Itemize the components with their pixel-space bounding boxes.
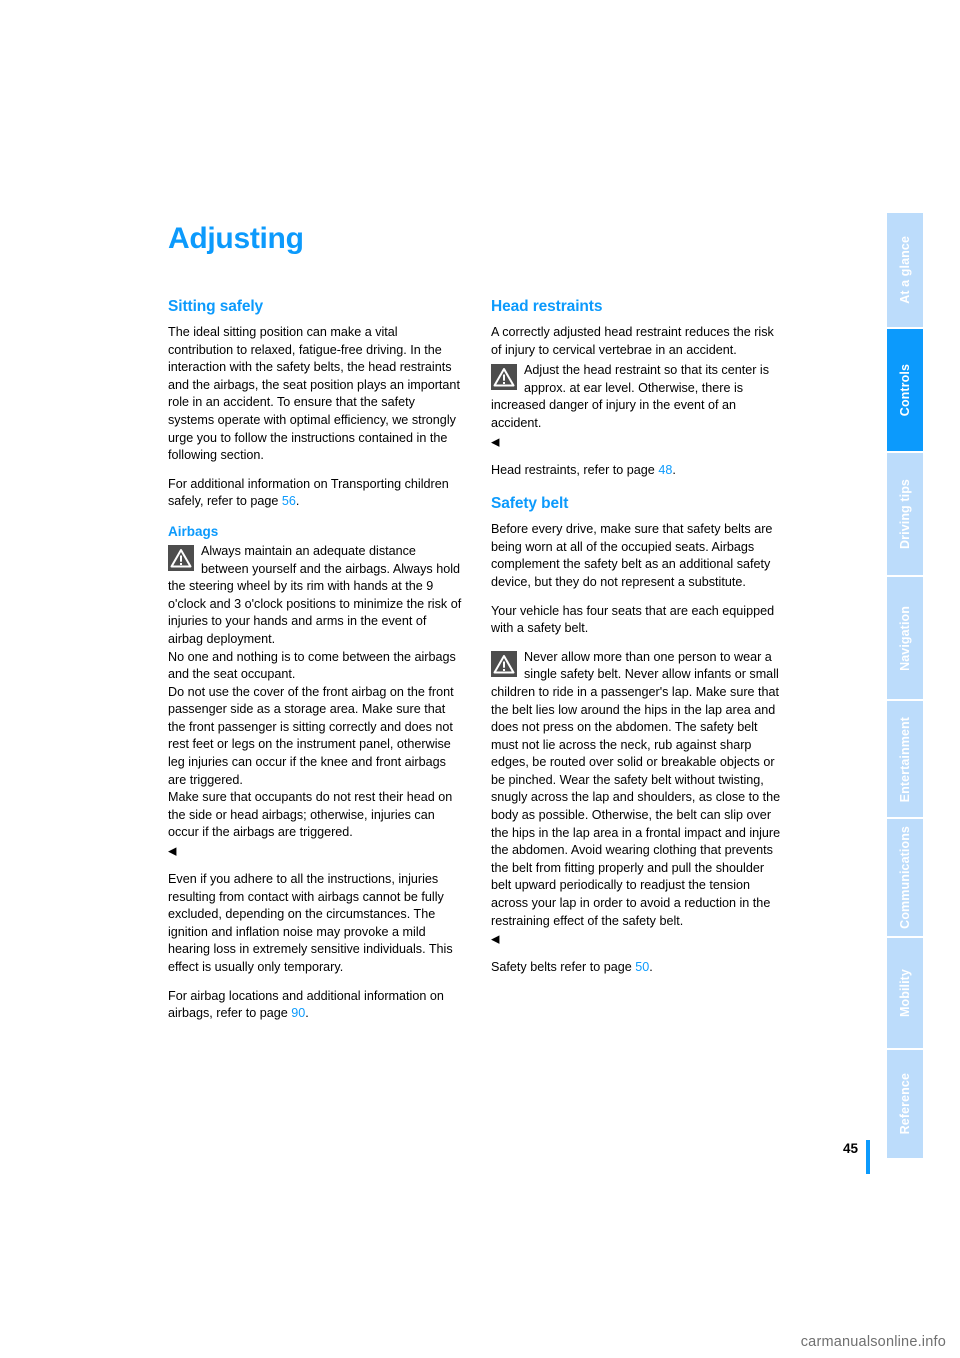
warning-block-safety-belt: Never allow more than one person to wear… — [491, 649, 787, 949]
airbag-ref-text-after: . — [305, 1006, 309, 1021]
warning-triangle-icon — [491, 364, 517, 391]
paragraph-airbag-reference: For airbag locations and additional info… — [168, 988, 464, 1023]
page-content: Adjusting Sitting safely The ideal sitti… — [168, 222, 808, 1034]
sidebar-tab-mobility[interactable]: Mobility — [887, 937, 923, 1048]
sidebar-tab-communications[interactable]: Communications — [887, 819, 923, 936]
paragraph-safety-belt-reference: Safety belts refer to page 50. — [491, 959, 787, 977]
page-link-50[interactable]: 50 — [635, 960, 649, 974]
page-link-48[interactable]: 48 — [658, 463, 672, 477]
page-link-56[interactable]: 56 — [282, 494, 296, 508]
paragraph-safety-belt-seats: Your vehicle has four seats that are eac… — [491, 603, 775, 636]
end-mark-icon: ◀ — [491, 933, 500, 946]
paragraph-safety-belt-intro: Before every drive, make sure that safet… — [491, 522, 773, 589]
heading-sitting-safely: Sitting safely — [168, 298, 264, 315]
sidebar-tab-label: Entertainment — [898, 716, 912, 802]
sidebar-tab-reference[interactable]: Reference — [887, 1049, 923, 1158]
sidebar-tab-label: Controls — [898, 364, 912, 417]
page-link-90[interactable]: 90 — [291, 1006, 305, 1020]
page-number: 45 — [842, 1141, 858, 1156]
site-watermark: carmanualsonline.info — [800, 1334, 946, 1350]
end-mark-icon: ◀ — [491, 436, 500, 449]
safety-belt-ref-text-before: Safety belts refer to page — [491, 960, 636, 975]
safety-belt-ref-text-after: . — [649, 960, 653, 975]
section-tab-rail: At a glance Controls Driving tips Naviga… — [887, 213, 923, 1160]
sidebar-tab-label: Communications — [898, 826, 912, 929]
left-column: Sitting safely The ideal sitting positio… — [168, 298, 464, 1034]
sidebar-tab-label: Driving tips — [898, 479, 912, 550]
manual-page: At a glance Controls Driving tips Naviga… — [0, 0, 960, 1358]
page-title: Adjusting — [168, 222, 304, 255]
heading-head-restraints: Head restraints — [491, 298, 603, 315]
sidebar-tab-entertainment[interactable]: Entertainment — [887, 701, 923, 818]
end-mark-icon: ◀ — [168, 845, 177, 858]
head-restraints-ref-text-before: Head restraints, refer to page — [491, 462, 659, 477]
sidebar-tab-label: Reference — [898, 1073, 912, 1135]
paragraph-head-restraints-intro: A correctly adjusted head restraint redu… — [491, 325, 774, 357]
sidebar-tab-label: At a glance — [898, 236, 912, 304]
sidebar-tab-at-a-glance[interactable]: At a glance — [887, 213, 923, 328]
heading-safety-belt: Safety belt — [491, 495, 569, 513]
two-column-body: Sitting safely The ideal sitting positio… — [168, 298, 808, 1034]
paragraph-sitting-intro: The ideal sitting position can make a vi… — [168, 325, 460, 463]
sidebar-tab-controls[interactable]: Controls — [887, 329, 923, 452]
head-restraints-ref-text-after: . — [672, 462, 676, 477]
warning-triangle-icon — [168, 544, 194, 571]
warning-triangle-icon — [491, 650, 517, 677]
right-column: Head restraints A correctly adjusted hea… — [491, 298, 787, 1034]
sidebar-tab-label: Navigation — [898, 605, 912, 671]
warning-block-head-restraints: Adjust the head restraint so that its ce… — [491, 362, 787, 450]
warning-text-safety-belt: Never allow more than one person to wear… — [491, 649, 781, 928]
sidebar-tab-navigation[interactable]: Navigation — [887, 577, 923, 700]
paragraph-head-restraints-reference: Head restraints, refer to page 48. — [491, 462, 787, 480]
children-ref-text-after: . — [295, 494, 300, 509]
paragraph-airbag-note: Even if you adhere to all the instructio… — [168, 872, 453, 974]
children-ref-text-before: For additional information on Transporti… — [168, 476, 449, 509]
paragraph-children-reference: For additional information on Transporti… — [168, 476, 464, 511]
warning-block-airbags: Always maintain an adequate distance bet… — [168, 543, 464, 860]
heading-airbags: Airbags — [168, 523, 219, 539]
page-number-accent-bar — [866, 1140, 870, 1174]
sidebar-tab-driving-tips[interactable]: Driving tips — [887, 453, 923, 576]
warning-text-airbags: Always maintain an adequate distance bet… — [168, 543, 462, 840]
warning-text-head-restraints: Adjust the head restraint so that its ce… — [491, 363, 770, 430]
sidebar-tab-label: Mobility — [898, 968, 912, 1017]
